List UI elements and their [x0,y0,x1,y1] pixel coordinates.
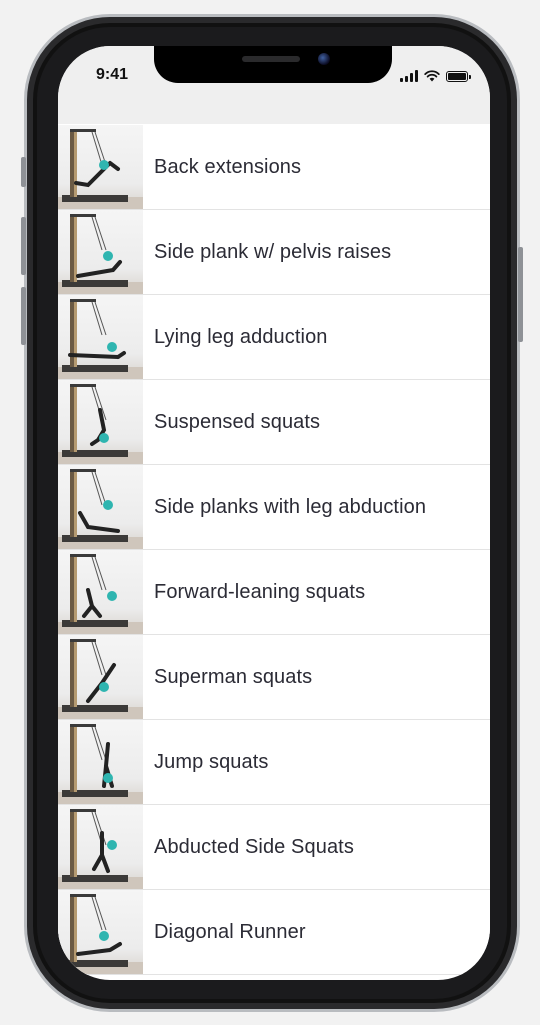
volume-up-button [21,217,26,275]
front-camera-icon [318,53,330,65]
exercise-label: Diagonal Runner [154,920,306,943]
exercise-label: Superman squats [154,665,313,688]
exercise-illustration [58,639,143,719]
exercise-list: Back extensions Side plank w/ pelvis rai… [58,125,490,975]
exercise-label: Side plank w/ pelvis raises [154,240,392,263]
power-button [518,247,523,342]
exercise-illustration [58,554,143,634]
exercise-label: Forward-leaning squats [154,580,366,603]
mute-switch [21,157,26,187]
exercise-label: Lying leg adduction [154,325,328,348]
exercise-thumbnail [58,210,143,294]
exercise-row[interactable]: Superman squats [58,635,490,720]
exercise-illustration [58,214,143,294]
exercise-thumbnail [58,295,143,379]
exercise-thumbnail [58,550,143,634]
volume-down-button [21,287,26,345]
exercise-illustration [58,299,143,379]
speaker-grille [242,56,300,62]
exercise-illustration [58,129,143,209]
exercise-thumbnail [58,465,143,549]
exercise-illustration [58,724,143,804]
exercise-row[interactable]: Jump squats [58,720,490,805]
wifi-icon [424,70,440,82]
exercise-label: Back extensions [154,155,302,178]
exercise-row[interactable]: Lying leg adduction [58,295,490,380]
status-time: 9:41 [96,66,129,83]
exercise-illustration [58,384,143,464]
exercise-row[interactable]: Suspensed squats [58,380,490,465]
phone-screen: 9:41 Back extensions Side plank w/ pelvi… [58,46,490,980]
cellular-signal-icon [400,70,418,82]
exercise-illustration [58,809,143,889]
notch [154,46,392,83]
status-icons [400,68,471,82]
battery-icon [446,71,471,82]
exercise-row[interactable]: Abducted Side Squats [58,805,490,890]
exercise-row[interactable]: Side plank w/ pelvis raises [58,210,490,295]
exercise-label: Abducted Side Squats [154,835,354,858]
exercise-label: Suspensed squats [154,410,321,433]
exercise-thumbnail [58,805,143,889]
exercise-thumbnail [58,635,143,719]
status-bar: 9:41 [58,46,490,124]
exercise-thumbnail [58,380,143,464]
exercise-label: Jump squats [154,750,269,773]
exercise-illustration [58,469,143,549]
exercise-row[interactable]: Back extensions [58,125,490,210]
exercise-thumbnail [58,890,143,974]
exercise-illustration [58,894,143,974]
exercise-thumbnail [58,125,143,209]
exercise-row[interactable]: Forward-leaning squats [58,550,490,635]
exercise-label: Side planks with leg abduction [154,495,427,518]
exercise-thumbnail [58,720,143,804]
exercise-row[interactable]: Side planks with leg abduction [58,465,490,550]
exercise-row[interactable]: Diagonal Runner [58,890,490,975]
